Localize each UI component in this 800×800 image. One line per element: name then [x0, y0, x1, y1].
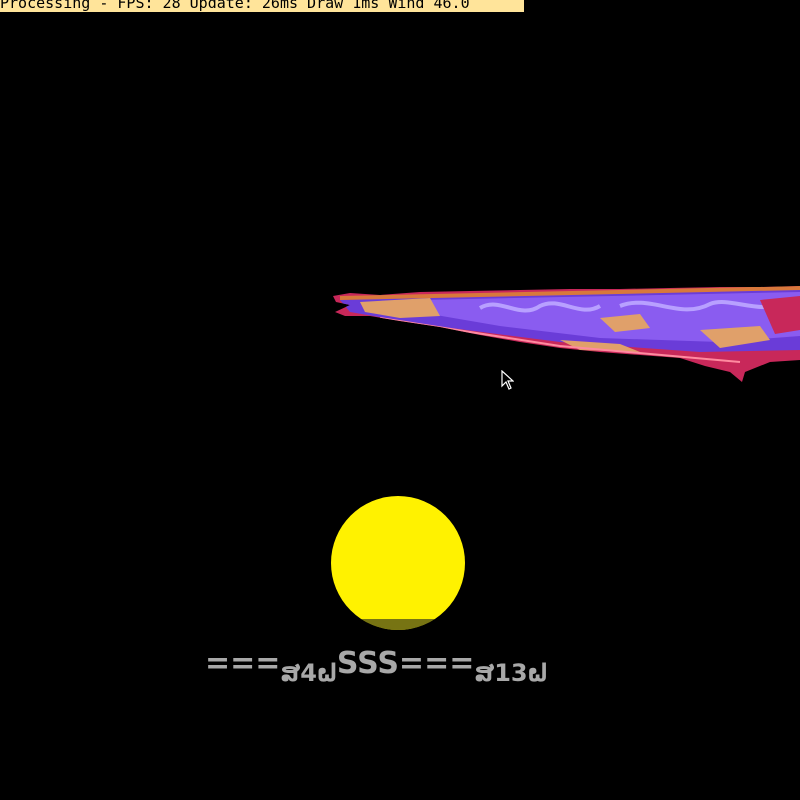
hud-segment: ສ4ຝ	[280, 659, 337, 687]
status-text: Processing - FPS: 28 Update: 26ms Draw 1…	[0, 0, 470, 12]
hud-score-line: ===ສ4ຝSSS===ສ13ຝ	[205, 646, 605, 694]
title-bar: Processing - FPS: 28 Update: 26ms Draw 1…	[0, 0, 524, 12]
sun	[331, 496, 465, 630]
mouse-pointer-icon	[501, 370, 514, 390]
hud-segment: SSS===	[336, 646, 475, 681]
sun-shadow	[331, 619, 465, 630]
hud-segment: ===	[205, 646, 281, 681]
hud-segment: ສ13ຝ	[474, 659, 548, 687]
